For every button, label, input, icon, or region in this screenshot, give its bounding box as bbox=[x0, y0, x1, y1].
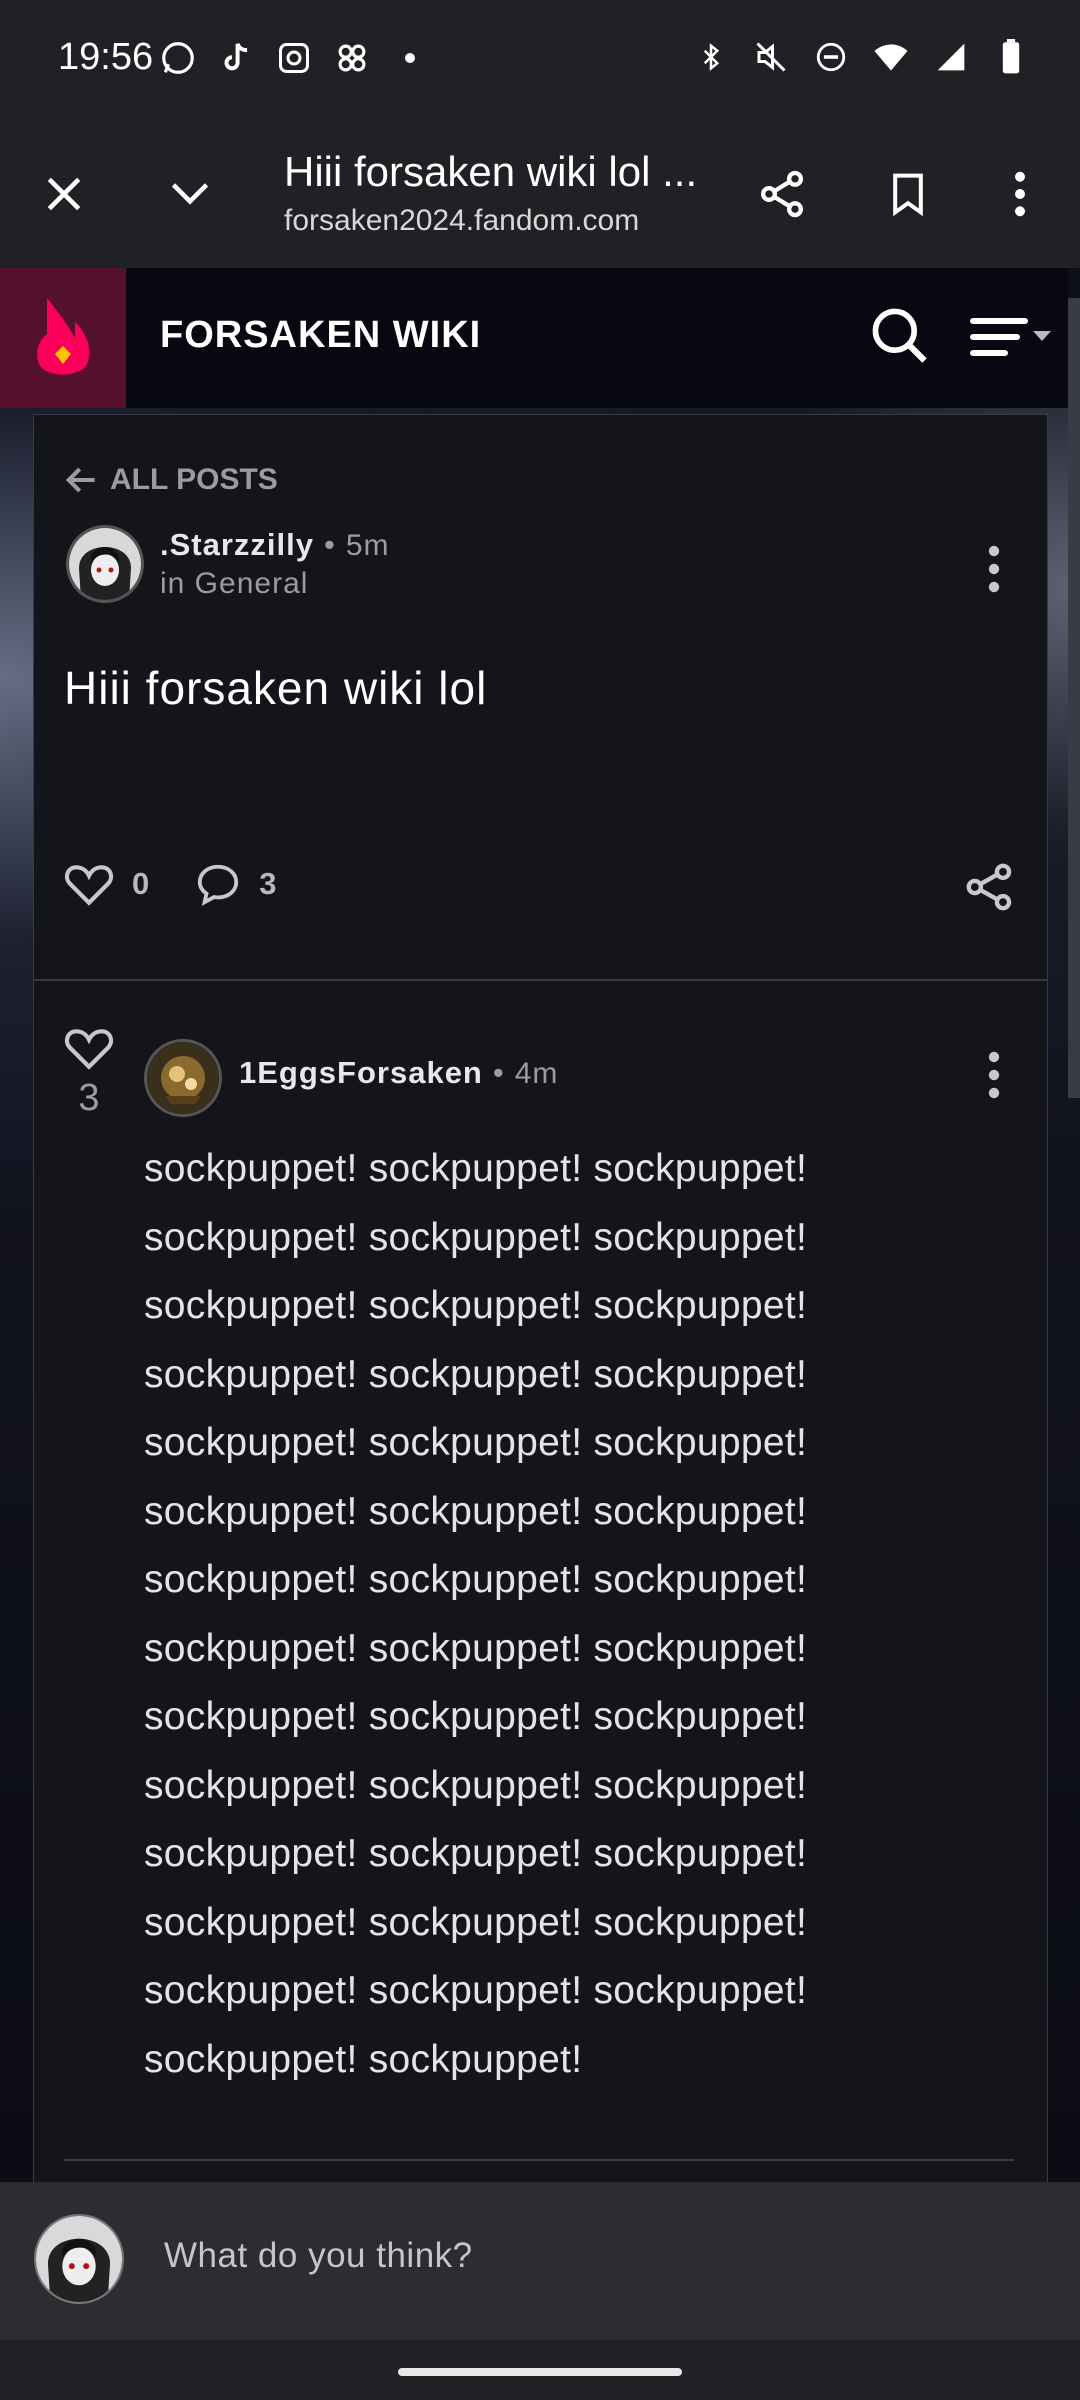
reply-line: sockpuppet! sockpuppet! sockpuppet! bbox=[144, 1284, 808, 1327]
bookmark-button[interactable] bbox=[868, 154, 948, 234]
post-author: .Starzzilly • 5m bbox=[160, 527, 390, 563]
search-button[interactable] bbox=[862, 298, 938, 374]
tiktok-icon bbox=[216, 38, 256, 78]
wiki-menu-button[interactable] bbox=[968, 304, 1054, 370]
wiki-header: FORSAKEN WIKI bbox=[0, 268, 1068, 408]
author-avatar[interactable] bbox=[66, 525, 144, 603]
share-page-button[interactable] bbox=[742, 154, 822, 234]
reply-line: sockpuppet! sockpuppet! sockpuppet! bbox=[144, 1421, 808, 1464]
reply-more-button[interactable] bbox=[974, 1045, 1014, 1105]
fandom-flame-icon bbox=[37, 298, 90, 375]
reply-like-button[interactable]: 3 bbox=[64, 1025, 114, 1120]
status-bar: 19:56 bbox=[0, 0, 1080, 118]
comment-count: 3 bbox=[259, 866, 277, 901]
reply-line: sockpuppet! sockpuppet! sockpuppet! bbox=[144, 1215, 808, 1259]
heart-icon bbox=[64, 865, 114, 906]
navigation-bar bbox=[0, 2340, 1080, 2400]
meta-separator: • bbox=[492, 1055, 505, 1090]
reply-like-count: 3 bbox=[78, 1077, 100, 1119]
heart-icon bbox=[64, 1029, 114, 1070]
reply-line: sockpuppet! sockpuppet! bbox=[144, 2037, 583, 2081]
post-time: 5m bbox=[345, 529, 390, 562]
share-icon bbox=[760, 170, 804, 218]
fandom-logo[interactable] bbox=[0, 268, 126, 408]
reply-line: sockpuppet! sockpuppet! sockpuppet! bbox=[144, 1900, 808, 1944]
post-title: Hiii forsaken wiki lol bbox=[64, 662, 488, 714]
whatsapp-icon bbox=[158, 38, 198, 78]
share-icon bbox=[966, 863, 1012, 911]
post-actions: 0 3 bbox=[64, 861, 305, 907]
battery-icon bbox=[992, 38, 1030, 76]
notification-icons bbox=[158, 38, 430, 78]
like-button[interactable]: 0 bbox=[64, 861, 149, 907]
post-divider bbox=[34, 979, 1047, 981]
reply-author-avatar[interactable] bbox=[144, 1039, 222, 1117]
reply-line: sockpuppet! sockpuppet! sockpuppet! bbox=[144, 1626, 808, 1670]
chevron-down-icon bbox=[171, 183, 209, 205]
more-vert-icon bbox=[988, 545, 1000, 593]
comment-input[interactable]: What do you think? bbox=[164, 2236, 473, 2276]
page-url: forsaken2024.fandom.com bbox=[284, 204, 640, 237]
reply-time: 4m bbox=[514, 1057, 559, 1090]
reply-line: sockpuppet! sockpuppet! sockpuppet! bbox=[144, 1558, 808, 1601]
like-count: 0 bbox=[132, 866, 150, 901]
meta-separator: • bbox=[324, 527, 336, 562]
search-icon bbox=[872, 308, 927, 363]
reply-author-name[interactable]: 1EggsForsaken bbox=[239, 1055, 483, 1090]
all-posts-link[interactable]: ALL POSTS bbox=[64, 463, 278, 497]
wifi-icon bbox=[872, 38, 910, 76]
system-icons bbox=[692, 38, 1030, 76]
reply-line: sockpuppet! sockpuppet! sockpuppet! bbox=[144, 1763, 808, 1807]
web-page: FORSAKEN WIKI ALL POSTS .Starzzilly • 5m i… bbox=[0, 268, 1080, 2182]
reply-line: sockpuppet! sockpuppet! sockpuppet! bbox=[144, 1489, 808, 1533]
reply-line: sockpuppet! sockpuppet! sockpuppet! bbox=[144, 1352, 808, 1396]
reply-divider bbox=[64, 2159, 1014, 2161]
post-card: ALL POSTS .Starzzilly • 5m in General Hiii… bbox=[33, 414, 1048, 2182]
comment-composer[interactable]: What do you think? bbox=[0, 2182, 1080, 2340]
more-options-button[interactable] bbox=[980, 154, 1060, 234]
arrow-left-icon bbox=[65, 467, 95, 493]
menu-icon bbox=[970, 318, 1051, 356]
browser-toolbar: Hiii forsaken wiki lol ... forsaken2024.… bbox=[0, 118, 1080, 268]
mute-icon bbox=[752, 38, 790, 76]
reply-line: sockpuppet! sockpuppet! sockpuppet! bbox=[144, 1832, 808, 1875]
wiki-name[interactable]: FORSAKEN WIKI bbox=[160, 314, 481, 357]
comments-button[interactable]: 3 bbox=[195, 861, 277, 907]
more-vert-icon bbox=[988, 1051, 1000, 1099]
post-share-button[interactable] bbox=[964, 861, 1016, 913]
reply-line: sockpuppet! sockpuppet! sockpuppet! bbox=[144, 1969, 808, 2012]
instagram-icon bbox=[274, 38, 314, 78]
post-category[interactable]: in General bbox=[160, 567, 308, 601]
more-vert-icon bbox=[1015, 171, 1025, 217]
current-user-avatar bbox=[34, 2214, 124, 2304]
reply-line: sockpuppet! sockpuppet! sockpuppet! bbox=[144, 1695, 808, 1738]
bookmark-icon bbox=[893, 173, 923, 217]
all-posts-label: ALL POSTS bbox=[110, 463, 278, 496]
page-scrollbar[interactable] bbox=[1068, 298, 1080, 1098]
reply-body: sockpuppet! sockpuppet! sockpuppet! sock… bbox=[144, 1135, 904, 2094]
author-name[interactable]: .Starzzilly bbox=[160, 527, 314, 562]
comment-icon bbox=[198, 864, 239, 906]
bluetooth-icon bbox=[692, 38, 730, 76]
post-more-button[interactable] bbox=[974, 539, 1014, 599]
page-title: Hiii forsaken wiki lol ... bbox=[284, 148, 698, 195]
home-gesture-handle[interactable] bbox=[398, 2368, 682, 2376]
dot-icon bbox=[390, 38, 430, 78]
dnd-icon bbox=[812, 38, 850, 76]
status-time: 19:56 bbox=[58, 36, 154, 78]
minimize-tab-button[interactable] bbox=[150, 154, 230, 234]
close-tab-button[interactable] bbox=[24, 154, 104, 234]
reply-line: sockpuppet! sockpuppet! sockpuppet! bbox=[144, 1147, 808, 1190]
signal-icon bbox=[932, 38, 970, 76]
reply-author: 1EggsForsaken • 4m bbox=[239, 1055, 558, 1091]
threads-icon bbox=[332, 38, 372, 78]
close-icon bbox=[47, 177, 81, 211]
